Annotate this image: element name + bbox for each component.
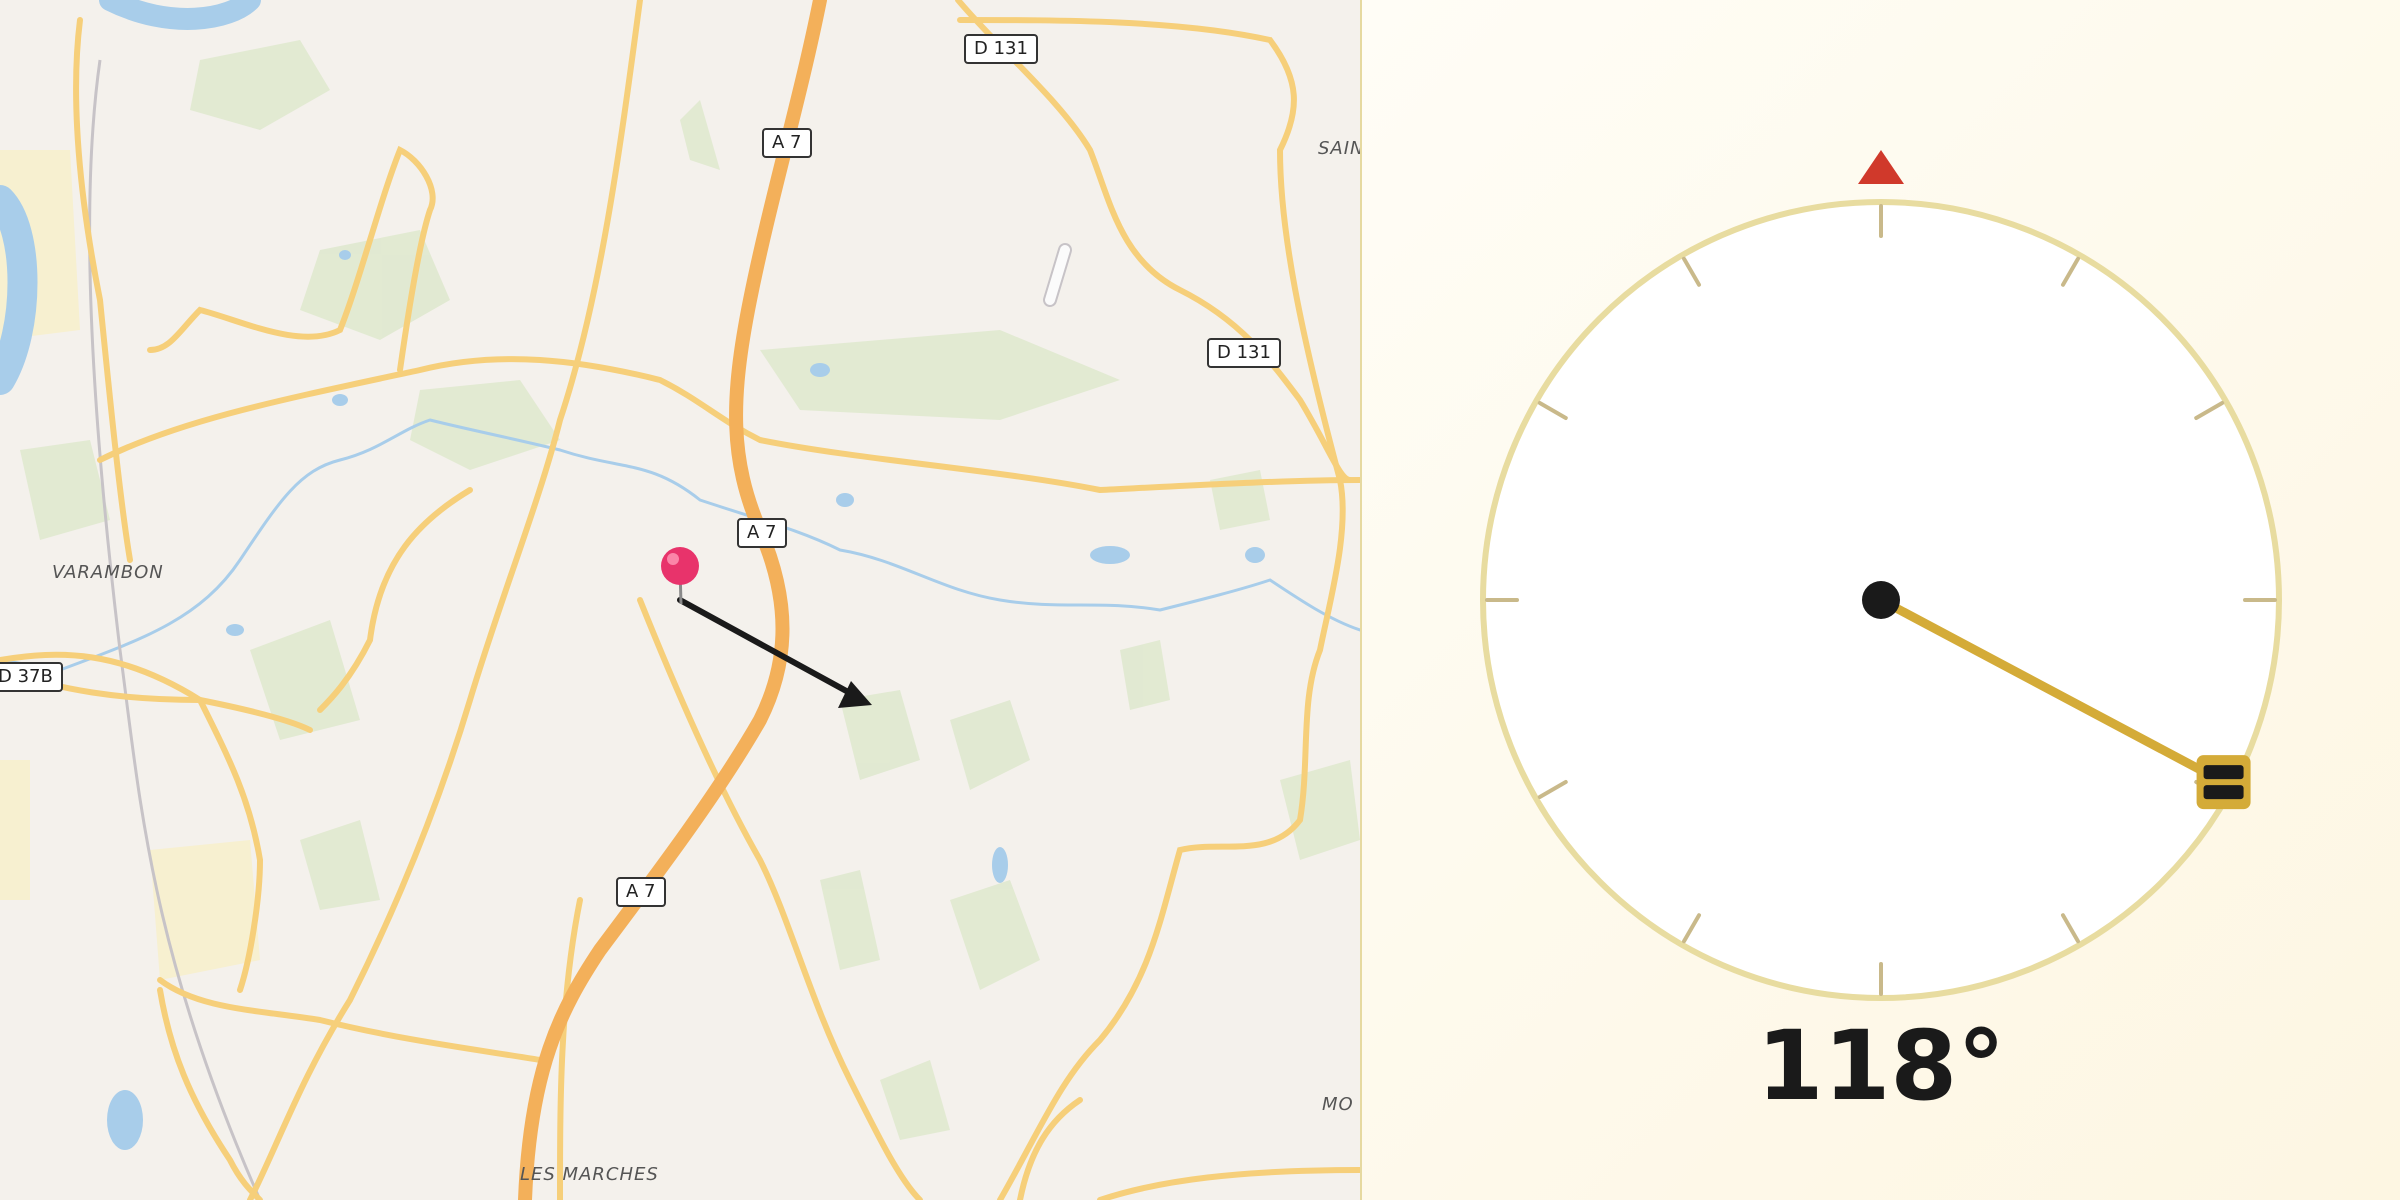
compass-hub — [1862, 581, 1900, 619]
map-pin-icon[interactable] — [661, 547, 699, 605]
road-shield: D 131 — [1207, 338, 1281, 368]
compass-panel: 118° — [1362, 0, 2400, 1200]
map-canvas[interactable] — [0, 0, 1360, 1200]
arrow-icon — [838, 681, 872, 708]
place-label: VARAMBON — [52, 562, 164, 583]
road-shield: A 7 — [762, 128, 812, 158]
road-shield: A 7 — [737, 518, 787, 548]
map-view[interactable]: D 131 A 7 D 131 A 7 D 37B A 7 VARAMBON L… — [0, 0, 1362, 1200]
road-shield: D 131 — [964, 34, 1038, 64]
road-shield: A 7 — [616, 877, 666, 907]
place-label: MO — [1322, 1094, 1354, 1115]
motorway-a7 — [518, 0, 827, 1200]
heading-readout: 118° — [1756, 1010, 2006, 1122]
place-label: LES MARCHES — [520, 1164, 659, 1185]
road-shield: D 37B — [0, 662, 63, 692]
needle-handle-icon[interactable] — [2196, 755, 2251, 810]
place-label: SAIN — [1318, 138, 1362, 159]
forest-areas — [20, 40, 1360, 1140]
north-triangle-icon — [1858, 150, 1904, 184]
